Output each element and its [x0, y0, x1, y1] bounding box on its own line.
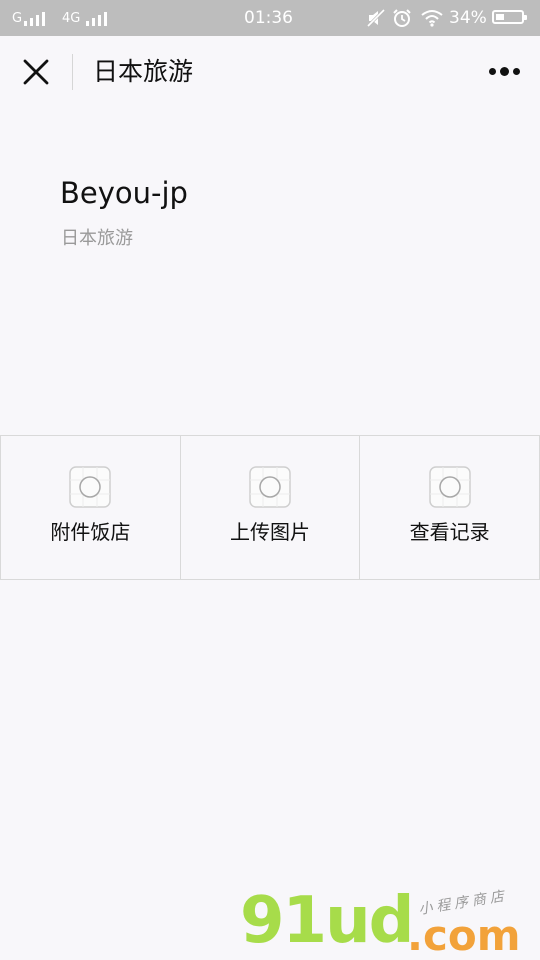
- app-name: Beyou-jp: [60, 176, 188, 210]
- signal-icon: [24, 10, 50, 26]
- wifi-icon: [421, 10, 443, 27]
- grid-item-label: 查看记录: [409, 520, 490, 544]
- alarm-icon: [393, 9, 411, 27]
- signal-icon-2: [86, 10, 112, 26]
- grid-menu: 附件饭店 上传图片 查看记录: [0, 435, 540, 580]
- watermark-main: 91ud: [240, 884, 414, 958]
- navigation-bar: 日本旅游: [0, 36, 540, 108]
- grid-item-hotel[interactable]: 附件饭店: [0, 436, 181, 579]
- close-icon[interactable]: [22, 58, 50, 86]
- watermark-domain: .com: [407, 911, 521, 960]
- watermark-logo: 91ud .com 小程序商店: [240, 888, 540, 960]
- placeholder-icon: [249, 466, 291, 508]
- more-icon[interactable]: [486, 64, 522, 80]
- battery-icon: [492, 10, 527, 24]
- page-title: 日本旅游: [93, 57, 194, 86]
- silent-icon: [366, 9, 386, 27]
- nav-divider: [72, 54, 73, 90]
- battery-percent: 34%: [449, 8, 487, 28]
- status-bar: G 4G 01:36 34%: [0, 0, 540, 36]
- clock: 01:36: [244, 8, 293, 28]
- carrier-label-2: 4G: [62, 11, 81, 26]
- app-subtitle: 日本旅游: [61, 228, 133, 249]
- placeholder-icon: [69, 466, 112, 508]
- carrier-label-1: G: [12, 11, 23, 26]
- placeholder-icon: [428, 466, 471, 508]
- grid-item-label: 附件饭店: [50, 520, 131, 544]
- grid-item-records[interactable]: 查看记录: [360, 436, 540, 579]
- grid-item-upload[interactable]: 上传图片: [181, 436, 361, 579]
- grid-item-label: 上传图片: [230, 520, 310, 544]
